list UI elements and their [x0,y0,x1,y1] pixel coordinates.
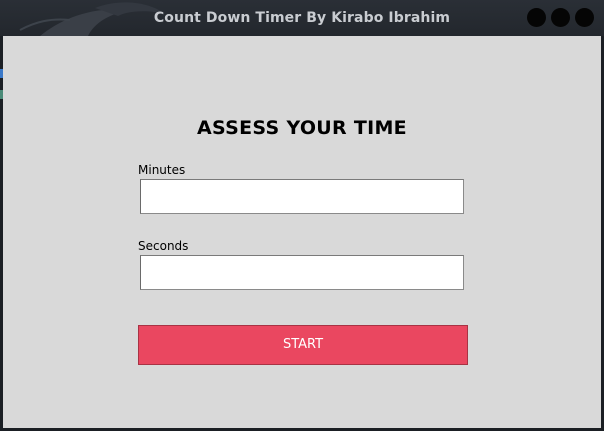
window-controls [527,8,594,27]
titlebar[interactable]: Count Down Timer By Kirabo Ibrahim [0,0,604,36]
seconds-label: Seconds [138,239,189,253]
close-icon[interactable] [575,8,594,27]
seconds-input[interactable] [140,255,464,290]
minimize-icon[interactable] [527,8,546,27]
app-window: Count Down Timer By Kirabo Ibrahim ASSES… [0,0,604,431]
window-title: Count Down Timer By Kirabo Ibrahim [153,10,451,26]
timer-form: ASSESS YOUR TIME Minutes Seconds START [3,36,601,428]
maximize-icon[interactable] [551,8,570,27]
minutes-input[interactable] [140,179,464,214]
page-title: ASSESS YOUR TIME [197,117,407,139]
start-button[interactable]: START [138,325,468,365]
minutes-label: Minutes [138,163,186,177]
